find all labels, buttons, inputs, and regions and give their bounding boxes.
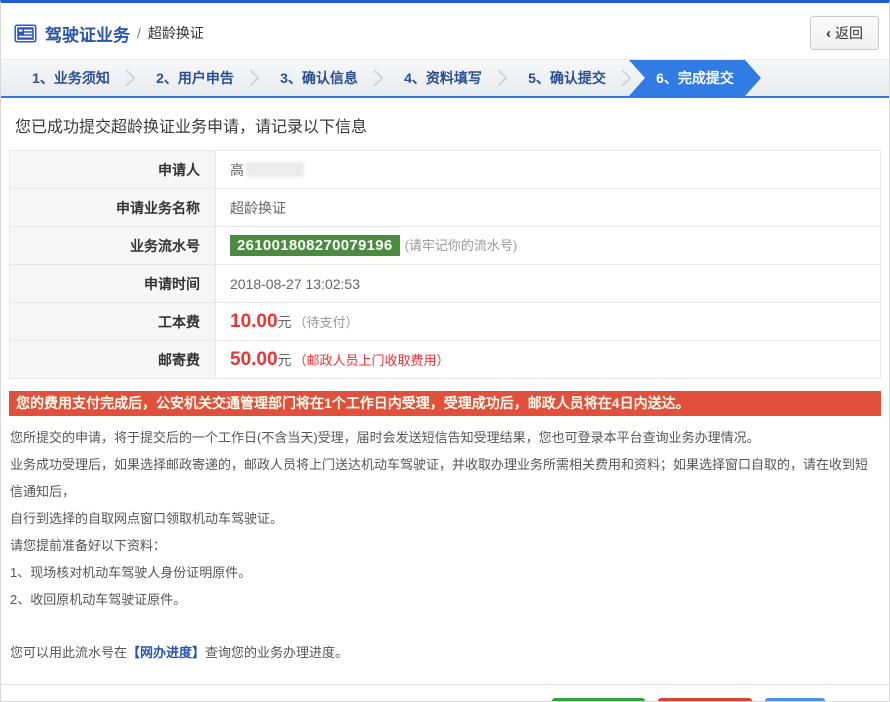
redacted-text <box>246 162 304 177</box>
step-tabs: 1、业务须知 2、用户申告 3、确认信息 4、资料填写 5、确认提交 6、完成提… <box>1 59 889 98</box>
info-table: 申请人 高 申请业务名称 超龄换证 业务流水号 2610018082700791… <box>9 150 881 379</box>
tab-step-6-active[interactable]: 6、完成提交 <box>629 60 761 96</box>
table-row-post-fee: 邮寄费 50.00元（邮政人员上门收取费用） <box>10 341 881 379</box>
header: 驾驶证业务 / 超龄换证 ‹返回 <box>1 3 889 59</box>
paragraph-6: 2、收回原机动车驾驶证原件。 <box>10 586 880 613</box>
applicant-value: 高 <box>230 162 244 178</box>
business-name-label: 申请业务名称 <box>10 189 216 227</box>
back-button[interactable]: ‹返回 <box>810 16 879 50</box>
tab-step-4[interactable]: 4、资料填写 <box>381 60 505 96</box>
progress-note-suffix: 查询您的业务办理进度。 <box>205 645 348 660</box>
work-fee-unit: 元 <box>278 314 292 330</box>
table-row-work-fee: 工本费 10.00元（待支付） <box>10 303 881 341</box>
breadcrumb-current: 超龄换证 <box>148 23 204 43</box>
post-fee-label: 邮寄费 <box>10 341 216 379</box>
work-fee-amount: 10.00 <box>230 311 278 332</box>
continue-pay-button[interactable]: ¥ 继续支付 <box>552 698 646 702</box>
serial-label: 业务流水号 <box>10 227 216 265</box>
apply-time-label: 申请时间 <box>10 265 216 303</box>
page-title: 驾驶证业务 <box>45 21 130 46</box>
progress-query-link[interactable]: 【网办进度】 <box>127 645 205 660</box>
post-fee-note: （邮政人员上门收取费用） <box>294 353 450 368</box>
return-button[interactable]: 返回 <box>765 698 825 702</box>
breadcrumb-separator: / <box>137 25 141 41</box>
serial-note: (请牢记你的流水号) <box>405 238 518 253</box>
progress-note-prefix: 您可以用此流水号在 <box>10 645 127 660</box>
notice-banner: 您的费用支付完成后，公安机关交通管理部门将在1个工作日内受理，受理成功后，邮政人… <box>9 391 881 416</box>
instructions: 您所提交的申请，将于提交后的一个工作日(不含当天)受理，届时会发送短信告知受理结… <box>10 424 880 666</box>
table-row-business-name: 申请业务名称 超龄换证 <box>10 189 881 227</box>
work-fee-note: （待支付） <box>294 315 359 330</box>
apply-time-value: 2018-08-27 13:02:53 <box>216 265 881 303</box>
table-row-applicant: 申请人 高 <box>10 151 881 189</box>
tab-step-3[interactable]: 3、确认信息 <box>257 60 381 96</box>
license-list-icon <box>14 24 37 43</box>
chevron-left-icon: ‹ <box>826 25 831 42</box>
work-fee-label: 工本费 <box>10 303 216 341</box>
serial-number-badge: 261001808270079196 <box>230 235 400 256</box>
table-row-apply-time: 申请时间 2018-08-27 13:02:53 <box>10 265 881 303</box>
tab-step-1[interactable]: 1、业务须知 <box>9 60 133 96</box>
post-fee-unit: 元 <box>278 352 292 368</box>
paragraph-4: 请您提前准备好以下资料： <box>10 532 880 559</box>
tab-step-2[interactable]: 2、用户申告 <box>133 60 257 96</box>
footer-buttons: ¥ 继续支付 ¥ 取消支付 返回 <box>1 685 889 702</box>
page: 驾驶证业务 / 超龄换证 ‹返回 1、业务须知 2、用户申告 3、确认信息 4、… <box>0 0 890 702</box>
paragraph-2: 业务成功受理后，如果选择邮政寄递的，邮政人员将上门送达机动车驾驶证，并收取办理业… <box>10 451 880 505</box>
tab-step-5[interactable]: 5、确认提交 <box>505 60 629 96</box>
progress-note: 您可以用此流水号在【网办进度】查询您的业务办理进度。 <box>10 639 880 666</box>
paragraph-5: 1、现场核对机动车驾驶人身份证明原件。 <box>10 559 880 586</box>
cancel-pay-button[interactable]: ¥ 取消支付 <box>658 698 752 702</box>
paragraph-1: 您所提交的申请，将于提交后的一个工作日(不含当天)受理，届时会发送短信告知受理结… <box>10 424 880 451</box>
applicant-label: 申请人 <box>10 151 216 189</box>
business-name-value: 超龄换证 <box>216 189 881 227</box>
success-message: 您已成功提交超龄换证业务申请，请记录以下信息 <box>1 98 889 150</box>
table-row-serial: 业务流水号 261001808270079196 (请牢记你的流水号) <box>10 227 881 265</box>
post-fee-amount: 50.00 <box>230 349 278 370</box>
paragraph-3: 自行到选择的自取网点窗口领取机动车驾驶证。 <box>10 505 880 532</box>
back-button-label: 返回 <box>835 25 863 41</box>
